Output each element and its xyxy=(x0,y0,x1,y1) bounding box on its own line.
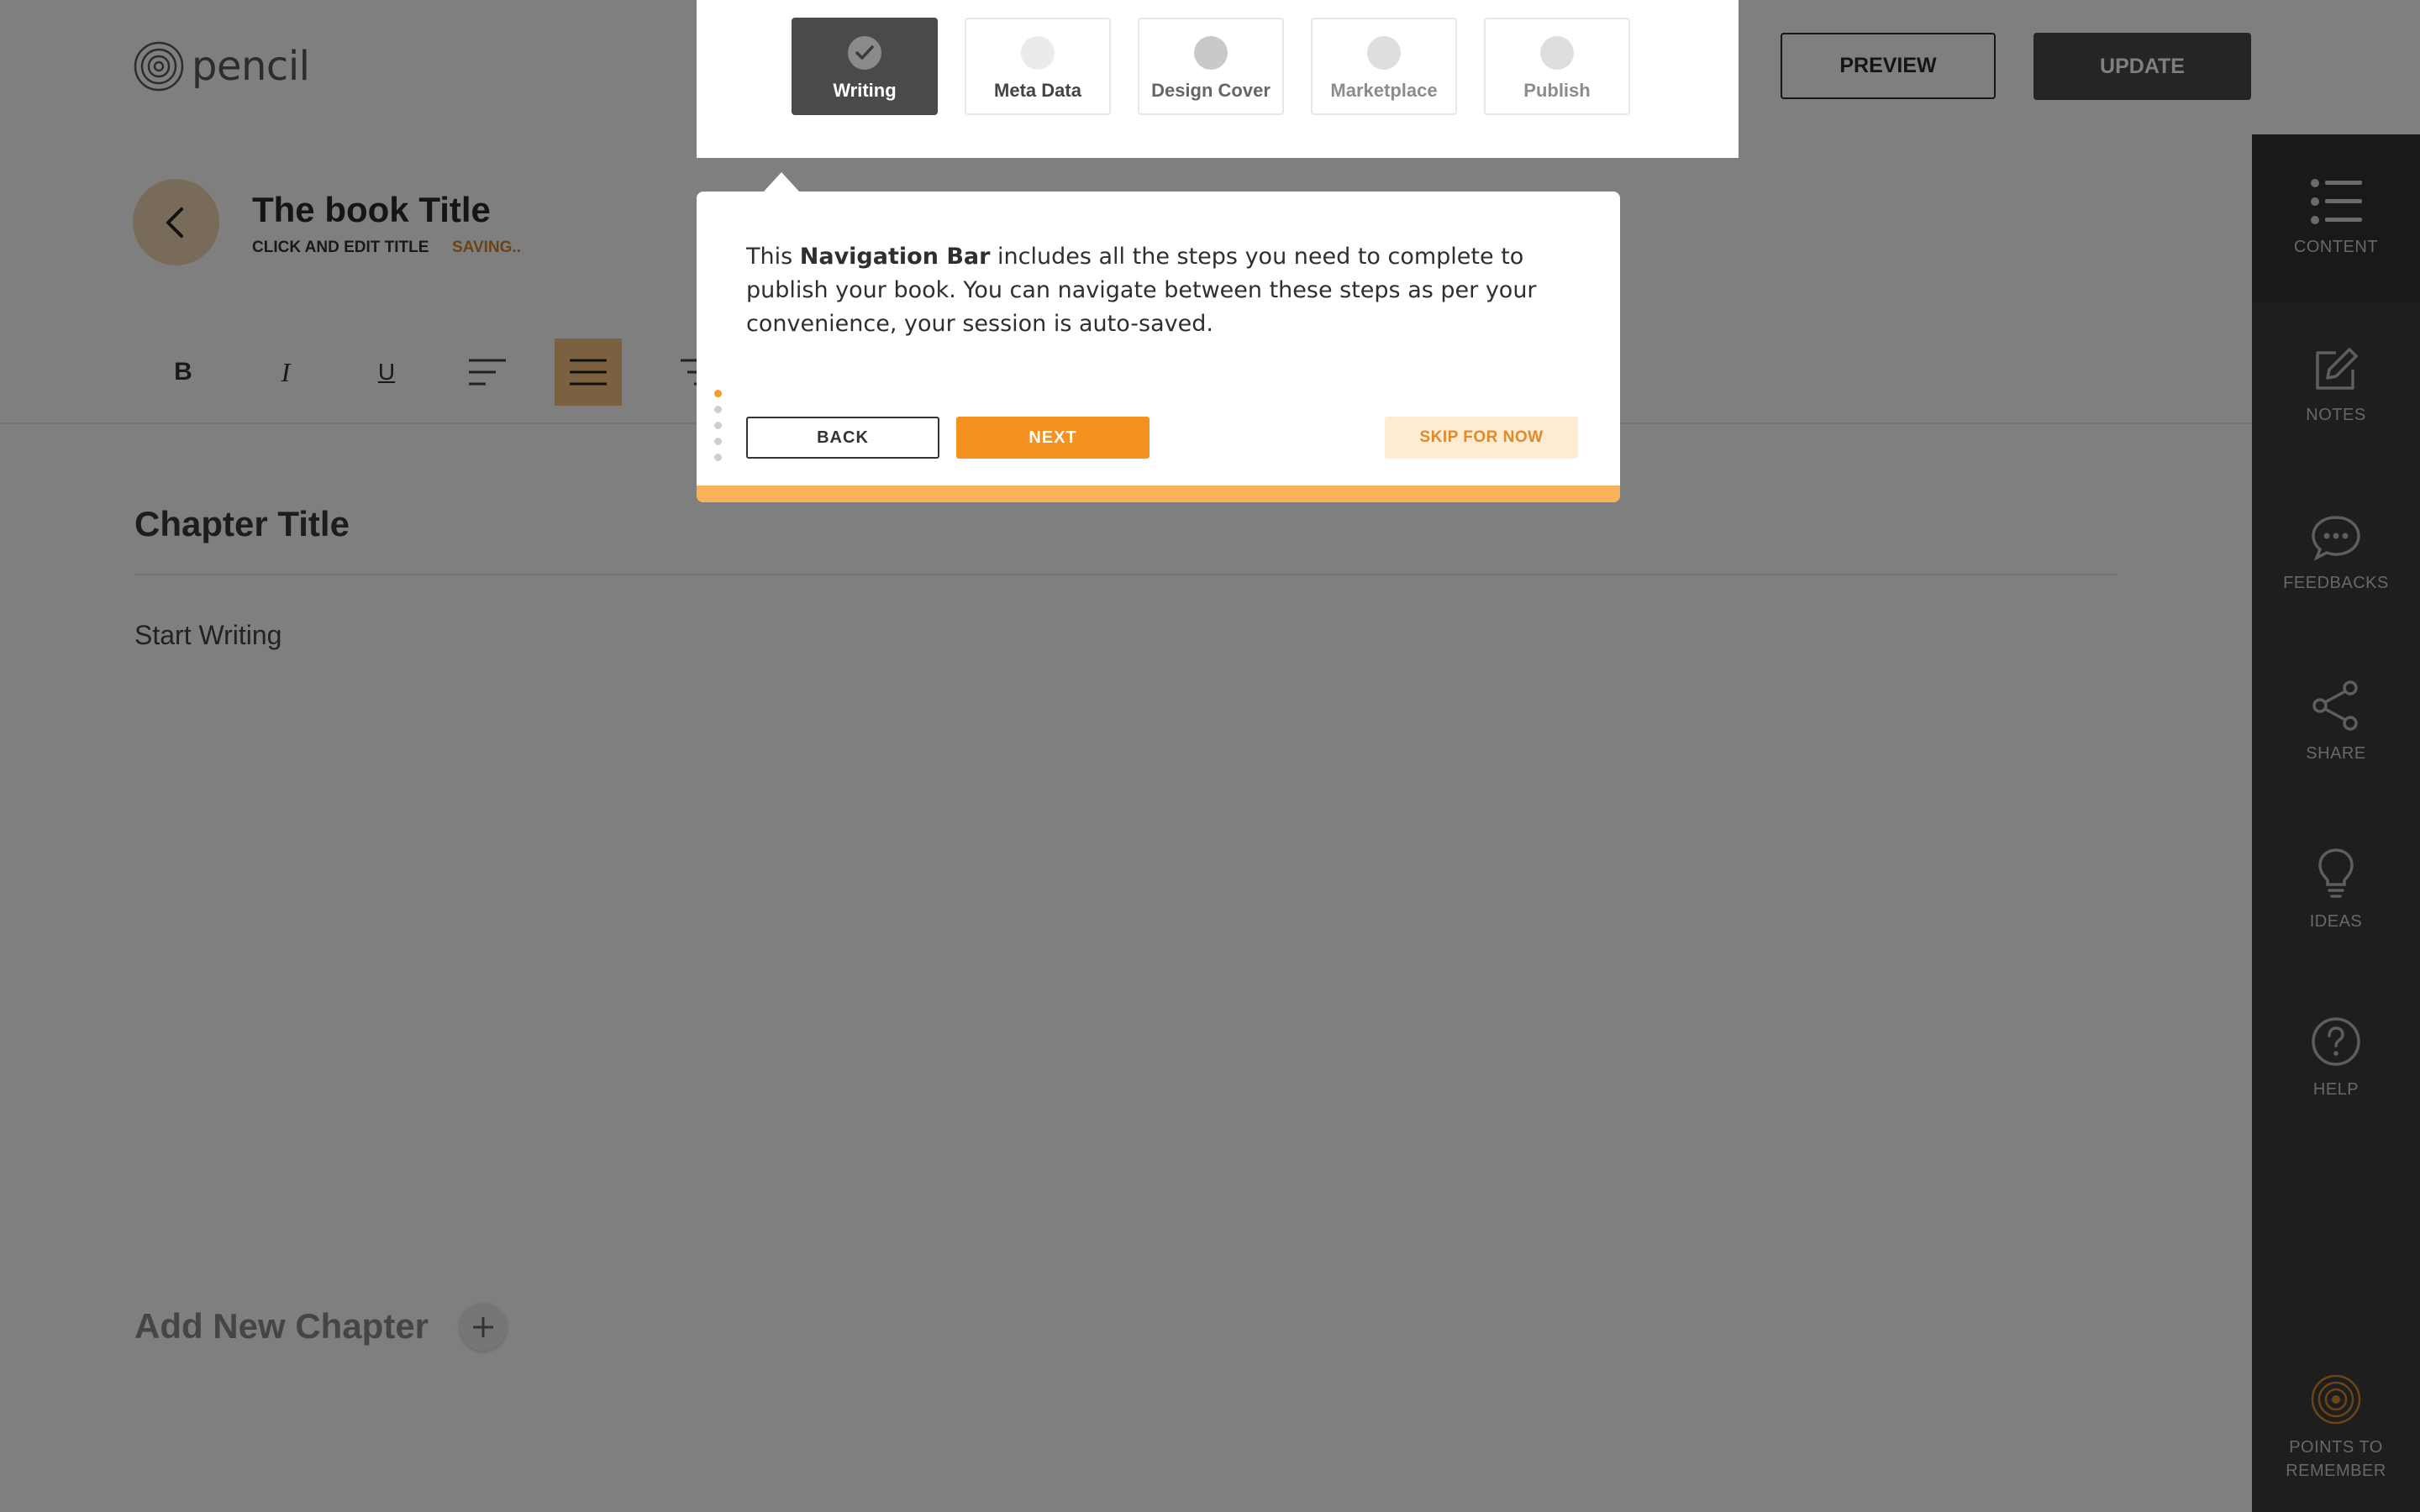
step-writing[interactable]: Writing xyxy=(792,18,938,115)
tour-dot xyxy=(714,422,722,429)
tooltip-message: This Navigation Bar includes all the ste… xyxy=(746,240,1553,341)
onboarding-tooltip: This Navigation Bar includes all the ste… xyxy=(697,192,1620,502)
tour-progress-dots xyxy=(714,390,723,470)
tour-dot xyxy=(714,438,722,445)
step-label: Design Cover xyxy=(1151,80,1270,101)
tooltip-skip-button[interactable]: SKIP FOR NOW xyxy=(1385,417,1578,459)
step-label: Meta Data xyxy=(994,80,1081,101)
tour-dot-active xyxy=(714,390,722,397)
tooltip-back-button[interactable]: BACK xyxy=(746,417,939,459)
tooltip-progress-bar xyxy=(697,486,1620,502)
step-design-cover[interactable]: Design Cover xyxy=(1138,18,1284,115)
tooltip-next-button[interactable]: NEXT xyxy=(956,417,1150,459)
step-meta-data[interactable]: Meta Data xyxy=(965,18,1111,115)
step-label: Writing xyxy=(833,80,897,101)
tour-dot xyxy=(714,406,722,413)
tour-dot xyxy=(714,454,722,461)
step-status-dot xyxy=(1194,36,1228,70)
step-status-dot xyxy=(1021,36,1055,70)
step-publish[interactable]: Publish xyxy=(1484,18,1630,115)
step-status-dot xyxy=(848,36,881,70)
tooltip-text-part: This xyxy=(746,244,800,270)
step-label: Marketplace xyxy=(1330,80,1438,101)
check-icon xyxy=(855,45,874,60)
tooltip-arrow xyxy=(763,172,800,192)
tooltip-text-highlight: Navigation Bar xyxy=(799,244,991,270)
step-marketplace[interactable]: Marketplace xyxy=(1311,18,1457,115)
step-label: Publish xyxy=(1523,80,1591,101)
step-status-dot xyxy=(1367,36,1401,70)
navigation-bar: Writing Meta Data Design Cover Marketpla… xyxy=(697,0,1739,158)
step-status-dot xyxy=(1540,36,1574,70)
